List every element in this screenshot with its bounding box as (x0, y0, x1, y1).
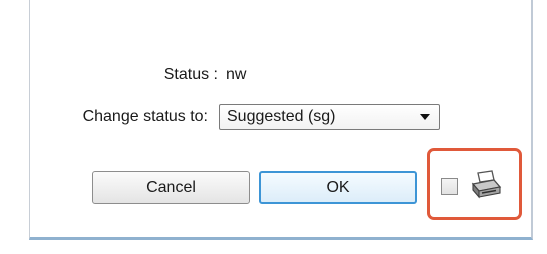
print-checkbox[interactable] (441, 178, 458, 195)
ok-button[interactable]: OK (259, 171, 417, 204)
status-select[interactable]: Suggested (sg) (219, 104, 440, 130)
printer-icon[interactable] (470, 170, 502, 200)
status-select-value: Suggested (sg) (227, 108, 336, 125)
status-label: Status : (163, 66, 218, 83)
cancel-button[interactable]: Cancel (92, 171, 250, 204)
dropdown-arrow-icon[interactable] (420, 114, 430, 120)
status-value: nw (226, 66, 247, 83)
change-status-label: Change status to: (82, 108, 208, 125)
